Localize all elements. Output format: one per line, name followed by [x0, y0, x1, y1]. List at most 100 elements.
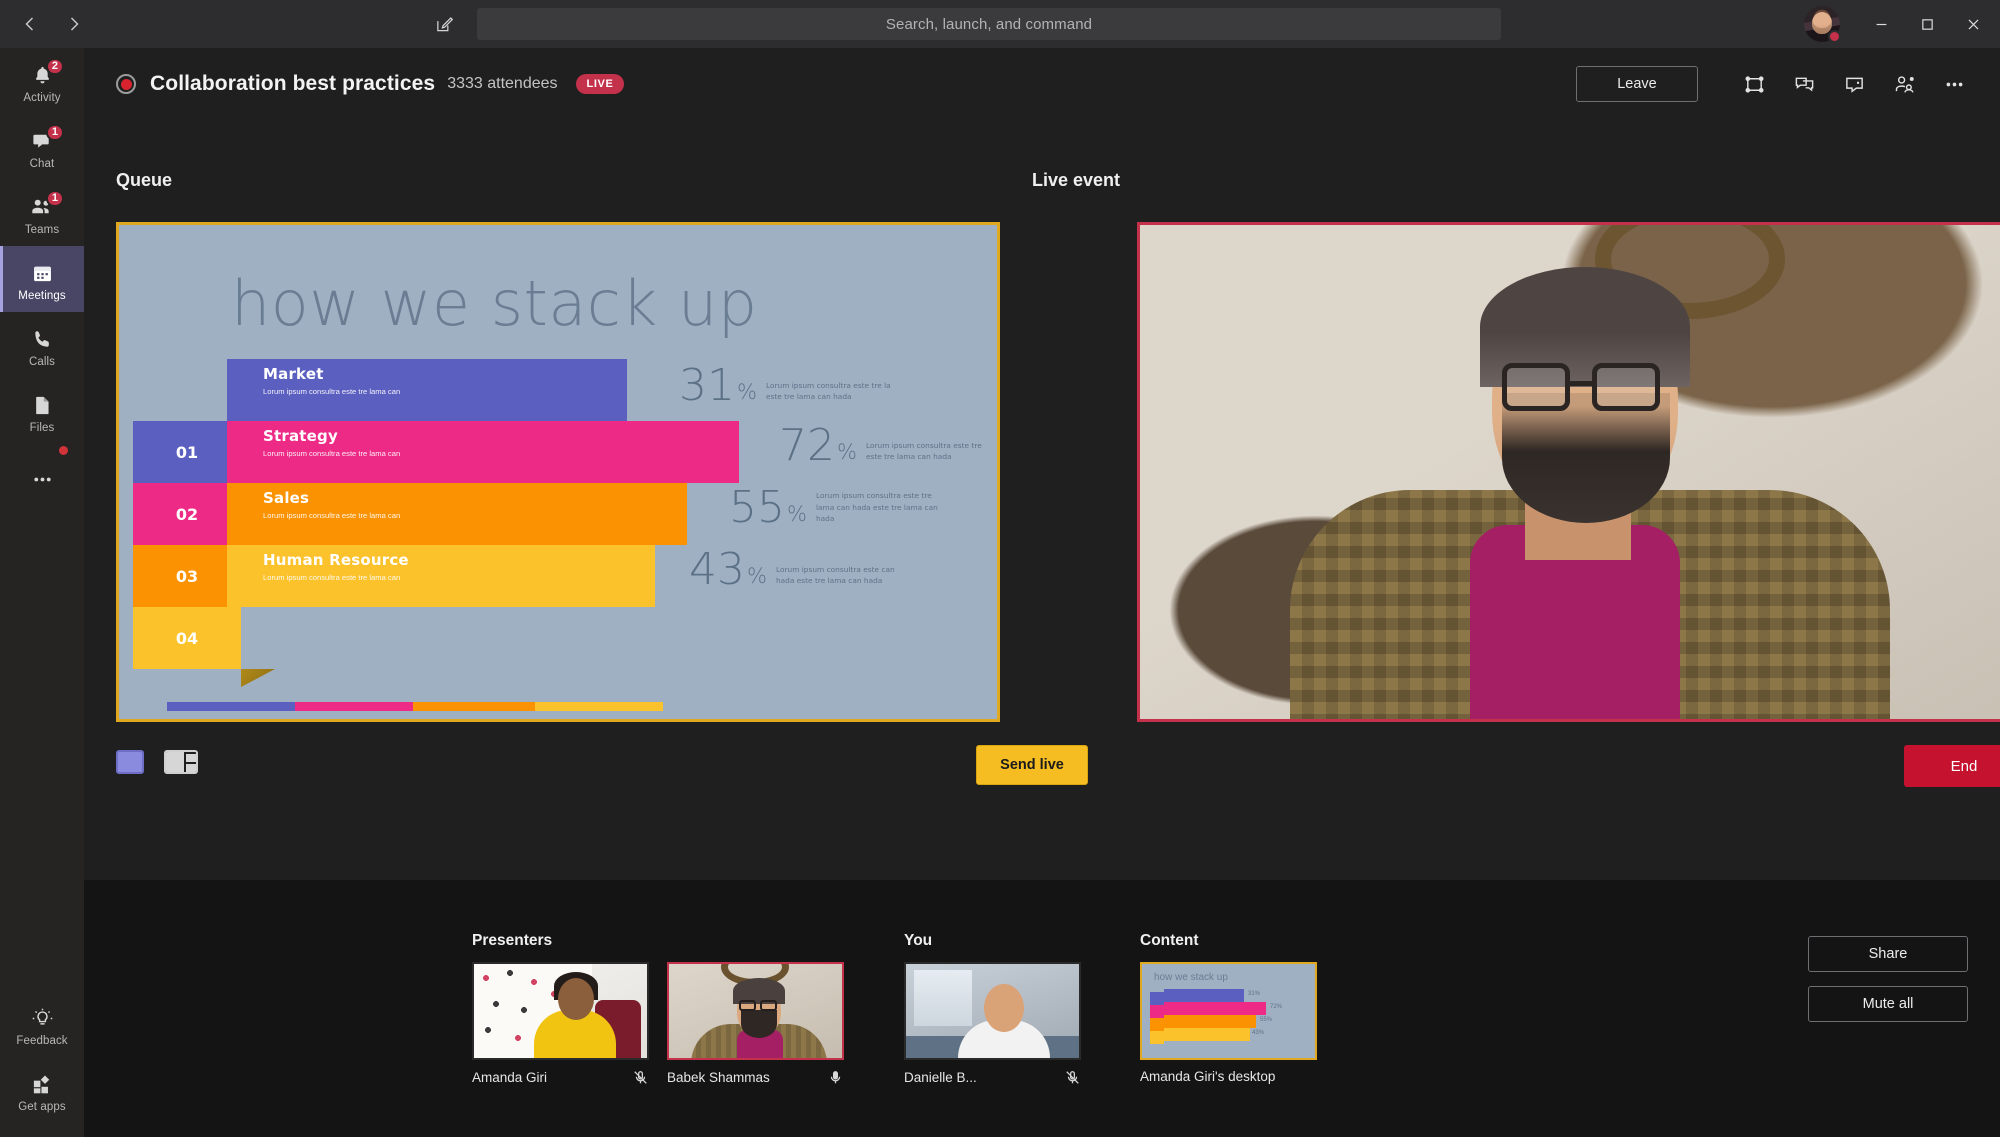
minimize-button[interactable] — [1858, 0, 1904, 48]
presenters-label: Presenters — [472, 932, 553, 949]
avatar[interactable] — [1804, 6, 1841, 43]
sidebar-item-files[interactable]: Files — [0, 378, 84, 444]
chart-value-suffix: % — [737, 379, 757, 404]
search-input[interactable]: Search, launch, and command — [477, 8, 1501, 40]
queue-preview[interactable]: how we stack up 01 02 03 04 Market Lorum… — [116, 222, 1000, 722]
mic-on-icon[interactable] — [827, 1069, 844, 1086]
fullscreen-icon[interactable] — [1732, 64, 1776, 104]
tray-actions: Share Mute all — [1808, 936, 1968, 1036]
list-item[interactable]: Amanda Giri — [472, 962, 649, 1086]
chart-value-blurb: Lorum ipsum consultra este can hada este… — [775, 564, 895, 585]
chart-value-blurb: Lorum ipsum consultra este tre lama can … — [815, 491, 938, 523]
search-placeholder: Search, launch, and command — [885, 15, 1093, 33]
mic-muted-icon[interactable] — [1064, 1069, 1081, 1086]
sidebar-item-teams[interactable]: 1 Teams — [0, 180, 84, 246]
forward-button[interactable] — [52, 7, 96, 41]
sidebar-item-label: Activity — [23, 91, 61, 104]
chart-bar-sub: Lorum ipsum consultra este tre lama can — [263, 573, 401, 582]
content-thumbnail-desktop[interactable]: how we stack up 31% 72% 55% 43% — [1140, 962, 1317, 1060]
chat-icon: 1 — [29, 123, 64, 155]
share-button[interactable]: Share — [1808, 936, 1968, 972]
calendar-icon — [29, 261, 55, 287]
chart-color-strip — [167, 702, 663, 711]
list-item[interactable]: how we stack up 31% 72% 55% 43% Amanda G… — [1140, 962, 1317, 1084]
live-video-feed — [1140, 225, 2000, 719]
chart-bar-human-resource: Human Resource Lorum ipsum consultra est… — [227, 545, 655, 607]
navigation-arrows — [8, 7, 96, 41]
people-icon: 1 — [29, 189, 64, 221]
slide-chart: how we stack up 01 02 03 04 Market Lorum… — [119, 225, 997, 719]
your-video-danielle[interactable] — [904, 962, 1081, 1060]
qna-icon[interactable] — [1782, 64, 1826, 104]
content-source-name: Amanda Giri's desktop — [1140, 1069, 1276, 1084]
sidebar-item-meetings[interactable]: Meetings — [0, 246, 84, 312]
chart-bar-sub: Lorum ipsum consultra este tre lama can — [263, 387, 401, 396]
compose-icon[interactable] — [428, 9, 460, 39]
layout-picker-icon[interactable] — [164, 750, 198, 774]
sidebar-item-feedback[interactable]: Feedback — [0, 991, 84, 1057]
rail-bottom-group: Feedback Get apps — [0, 991, 84, 1123]
chart-value-number: 43 — [689, 544, 745, 595]
sidebar-item-get-apps[interactable]: Get apps — [0, 1057, 84, 1123]
meeting-header: Collaboration best practices 3333 attend… — [116, 62, 1976, 106]
chart-value-number: 72 — [779, 420, 835, 471]
content-thumb-title: how we stack up — [1154, 972, 1228, 983]
queue-label: Queue — [116, 170, 173, 190]
file-icon — [29, 393, 55, 419]
mic-muted-icon[interactable] — [632, 1069, 649, 1086]
back-button[interactable] — [8, 7, 52, 41]
live-event-preview[interactable] — [1137, 222, 2000, 722]
apps-grid-icon — [29, 1072, 55, 1098]
page-title: Collaboration best practices — [150, 72, 436, 95]
chart-value-number: 31 — [679, 360, 735, 411]
more-icon — [29, 466, 55, 492]
list-item[interactable]: Danielle B... — [904, 962, 1081, 1086]
your-name: Danielle B... — [904, 1070, 977, 1085]
chart-bar-market: Market Lorum ipsum consultra este tre la… — [227, 359, 627, 421]
chart-value-suffix: % — [837, 439, 857, 464]
list-item[interactable]: Babek Shammas — [667, 962, 844, 1086]
sidebar-item-activity[interactable]: 2 Activity — [0, 48, 84, 114]
sidebar-item-chat[interactable]: 1 Chat — [0, 114, 84, 180]
presenter-video-babek[interactable] — [667, 962, 844, 1060]
chat-bubble-icon[interactable] — [1832, 64, 1876, 104]
presenter-video-amanda[interactable] — [472, 962, 649, 1060]
teams-badge: 1 — [45, 189, 64, 207]
more-options-icon[interactable] — [1932, 64, 1976, 104]
sidebar-item-calls[interactable]: Calls — [0, 312, 84, 378]
content-group: Content how we stack up 31% 72% 55% 43% … — [1140, 932, 1317, 1084]
presence-busy-indicator — [1828, 30, 1841, 43]
teams-live-event-window: Search, launch, and command 2 Activity 1… — [0, 0, 2000, 1137]
maximize-button[interactable] — [1904, 0, 1950, 48]
chart-title: how we stack up — [231, 267, 758, 340]
chart-index-01: 01 — [133, 421, 241, 483]
chart-bar-label: Strategy — [263, 427, 338, 445]
title-bar-right — [1804, 0, 1996, 48]
chart-bar-label: Human Resource — [263, 551, 409, 569]
add-people-icon[interactable] — [1882, 64, 1926, 104]
chart-bar-sub: Lorum ipsum consultra este tre lama can — [263, 449, 401, 458]
chart-index-04: 04 — [133, 607, 241, 669]
queue-controls — [116, 750, 198, 774]
sidebar-item-more[interactable] — [0, 444, 84, 510]
end-button[interactable]: End — [1904, 745, 2000, 787]
mute-all-button[interactable]: Mute all — [1808, 986, 1968, 1022]
chart-index-03: 03 — [133, 545, 241, 607]
participant-tray: Presenters Amanda Giri Babek Shammas You… — [84, 880, 2000, 1137]
chart-value-market: 31 % Lorum ipsum consultra este tre la e… — [679, 360, 898, 411]
close-button[interactable] — [1950, 0, 1996, 48]
chart-bar-sales: Sales Lorum ipsum consultra este tre lam… — [227, 483, 687, 545]
send-live-button[interactable]: Send live — [976, 745, 1088, 785]
content-label: Content — [1140, 932, 1199, 949]
chart-bar-label: Market — [263, 365, 324, 383]
sidebar-item-label: Calls — [28, 355, 56, 368]
live-event-label: Live event — [1032, 170, 1121, 190]
more-notification-dot — [59, 446, 68, 455]
sidebar-item-label: Feedback — [16, 1034, 68, 1047]
chart-bar-sub: Lorum ipsum consultra este tre lama can — [263, 511, 401, 520]
chart-index-02: 02 — [133, 483, 241, 545]
presenters-group: Presenters Amanda Giri Babek Shammas — [472, 932, 844, 1086]
slide-color-swatch[interactable] — [116, 750, 144, 774]
leave-button[interactable]: Leave — [1576, 66, 1698, 102]
you-label: You — [904, 932, 933, 949]
